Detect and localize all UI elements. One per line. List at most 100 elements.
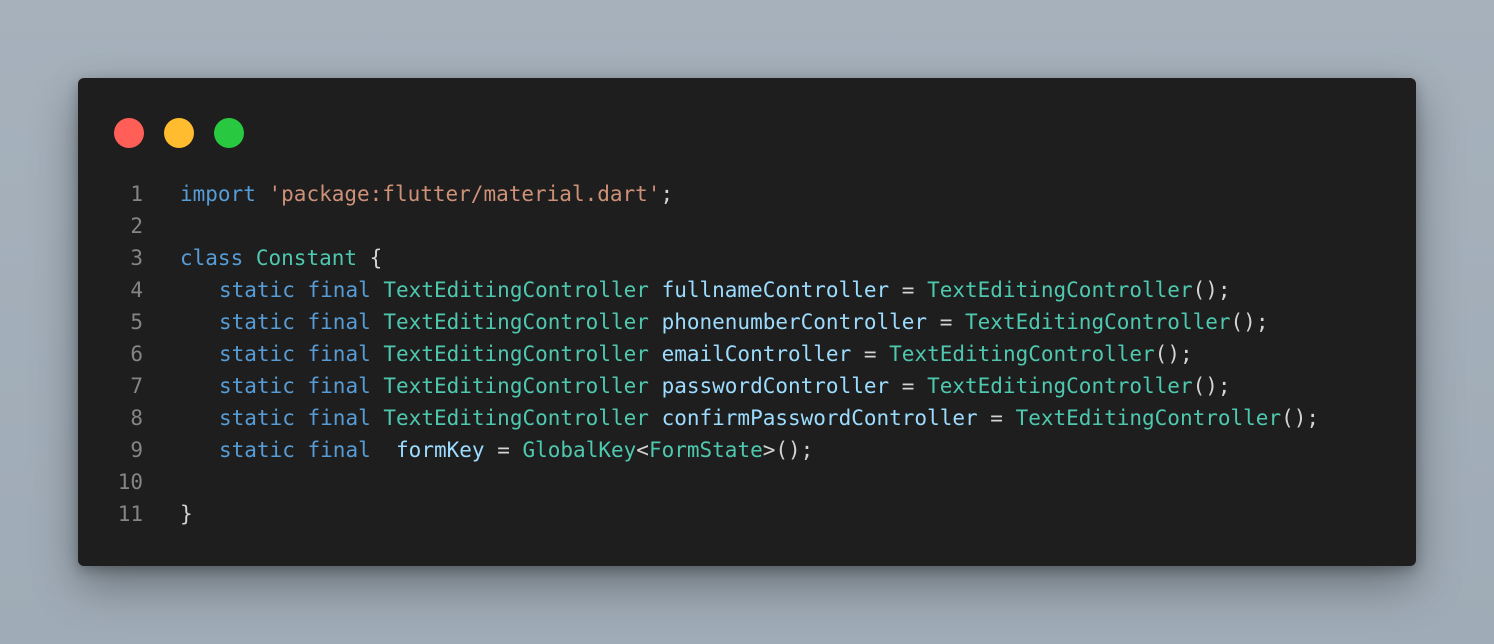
code-token: static bbox=[219, 406, 295, 430]
code-token: 'package:flutter/material.dart' bbox=[268, 182, 661, 206]
code-token: formKey bbox=[396, 438, 485, 462]
code-token: TextEditingController bbox=[383, 310, 649, 334]
close-button[interactable] bbox=[114, 118, 144, 148]
code-token: { bbox=[357, 246, 383, 270]
code-token: (); bbox=[1192, 374, 1231, 398]
code-line: 3 class Constant { bbox=[78, 242, 1416, 274]
code-token: import bbox=[180, 182, 256, 206]
code-token: } bbox=[180, 502, 193, 526]
line-number: 3 bbox=[130, 246, 143, 270]
code-line: 6 static final TextEditingController emai… bbox=[78, 338, 1416, 370]
code-line: 8 static final TextEditingController conf… bbox=[78, 402, 1416, 434]
code-line: 5 static final TextEditingController phon… bbox=[78, 306, 1416, 338]
code-token: final bbox=[307, 438, 371, 462]
code-token: (); bbox=[1230, 310, 1269, 334]
code-token: ; bbox=[660, 182, 674, 206]
code-token: passwordController bbox=[661, 374, 890, 398]
code-token: final bbox=[307, 374, 371, 398]
code-token: fullnameController bbox=[661, 278, 890, 302]
code-token: (); bbox=[1154, 342, 1193, 366]
code-token: = bbox=[889, 374, 928, 398]
code-token: = bbox=[927, 310, 966, 334]
window-controls bbox=[114, 118, 244, 148]
code-token: FormState bbox=[648, 438, 763, 462]
line-content: static final TextEditingController phone… bbox=[143, 306, 1268, 338]
line-content bbox=[143, 210, 180, 242]
code-token: TextEditingController bbox=[889, 342, 1155, 366]
line-content: static final TextEditingController fulln… bbox=[143, 274, 1231, 306]
code-token: TextEditingController bbox=[927, 374, 1193, 398]
line-content: static final TextEditingController passw… bbox=[143, 370, 1231, 402]
code-token: final bbox=[307, 278, 371, 302]
minimize-button[interactable] bbox=[164, 118, 194, 148]
code-line: 4 static final TextEditingController full… bbox=[78, 274, 1416, 306]
line-number: 11 bbox=[117, 502, 143, 526]
code-token: = bbox=[851, 342, 890, 366]
code-window: 1 import 'package:flutter/material.dart';… bbox=[78, 78, 1416, 566]
code-token: final bbox=[307, 342, 371, 366]
line-content: class Constant { bbox=[143, 242, 382, 274]
line-number: 4 bbox=[130, 278, 143, 302]
code-line: 9 static final formKey = GlobalKey<FormSt… bbox=[78, 434, 1416, 466]
code-token: (); bbox=[1281, 406, 1320, 430]
code-token: (); bbox=[1192, 278, 1231, 302]
line-content: static final formKey = GlobalKey<FormSta… bbox=[143, 434, 813, 466]
code-editor[interactable]: 1 import 'package:flutter/material.dart';… bbox=[78, 178, 1416, 530]
code-token: = bbox=[889, 278, 928, 302]
code-token: TextEditingController bbox=[965, 310, 1231, 334]
code-token: static bbox=[219, 278, 295, 302]
line-number: 8 bbox=[130, 406, 143, 430]
line-content: static final TextEditingController confi… bbox=[143, 402, 1319, 434]
code-token: confirmPasswordController bbox=[661, 406, 978, 430]
code-token: TextEditingController bbox=[383, 406, 649, 430]
line-number: 2 bbox=[130, 214, 143, 238]
code-token: TextEditingController bbox=[383, 342, 649, 366]
line-content bbox=[143, 466, 180, 498]
code-token: static bbox=[219, 310, 295, 334]
code-token: Constant bbox=[255, 246, 358, 270]
code-line: 1 import 'package:flutter/material.dart'; bbox=[78, 178, 1416, 210]
code-token: TextEditingController bbox=[383, 278, 649, 302]
code-token: phonenumberController bbox=[661, 310, 928, 334]
line-number: 1 bbox=[130, 182, 143, 206]
line-content: import 'package:flutter/material.dart'; bbox=[143, 178, 673, 210]
code-token: class bbox=[180, 246, 244, 270]
line-number: 5 bbox=[130, 310, 143, 334]
code-token: emailController bbox=[661, 342, 852, 366]
code-token: < bbox=[636, 438, 649, 462]
code-token: static bbox=[219, 438, 295, 462]
code-token: TextEditingController bbox=[927, 278, 1193, 302]
code-token: TextEditingController bbox=[383, 374, 649, 398]
code-token: = bbox=[977, 406, 1016, 430]
code-token: final bbox=[307, 406, 371, 430]
code-token: static bbox=[219, 374, 295, 398]
line-number: 9 bbox=[130, 438, 143, 462]
line-number: 7 bbox=[130, 374, 143, 398]
maximize-button[interactable] bbox=[214, 118, 244, 148]
code-token: static bbox=[219, 342, 295, 366]
code-line: 11} bbox=[78, 498, 1416, 530]
line-content: static final TextEditingController email… bbox=[143, 338, 1193, 370]
code-token: final bbox=[307, 310, 371, 334]
code-line: 7 static final TextEditingController pass… bbox=[78, 370, 1416, 402]
code-token: >(); bbox=[762, 438, 814, 462]
line-content: } bbox=[143, 498, 193, 530]
code-line: 10 bbox=[78, 466, 1416, 498]
